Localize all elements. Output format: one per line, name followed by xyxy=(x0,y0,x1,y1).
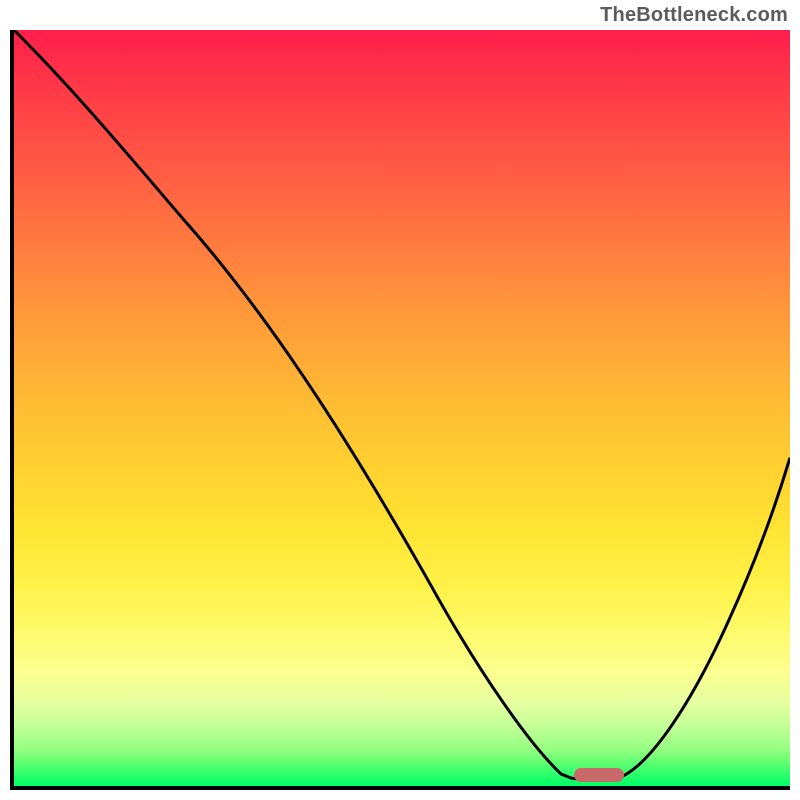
bottleneck-curve xyxy=(14,30,790,786)
watermark-text: TheBottleneck.com xyxy=(600,4,788,27)
chart-frame xyxy=(10,30,790,790)
optimal-marker xyxy=(574,768,624,782)
